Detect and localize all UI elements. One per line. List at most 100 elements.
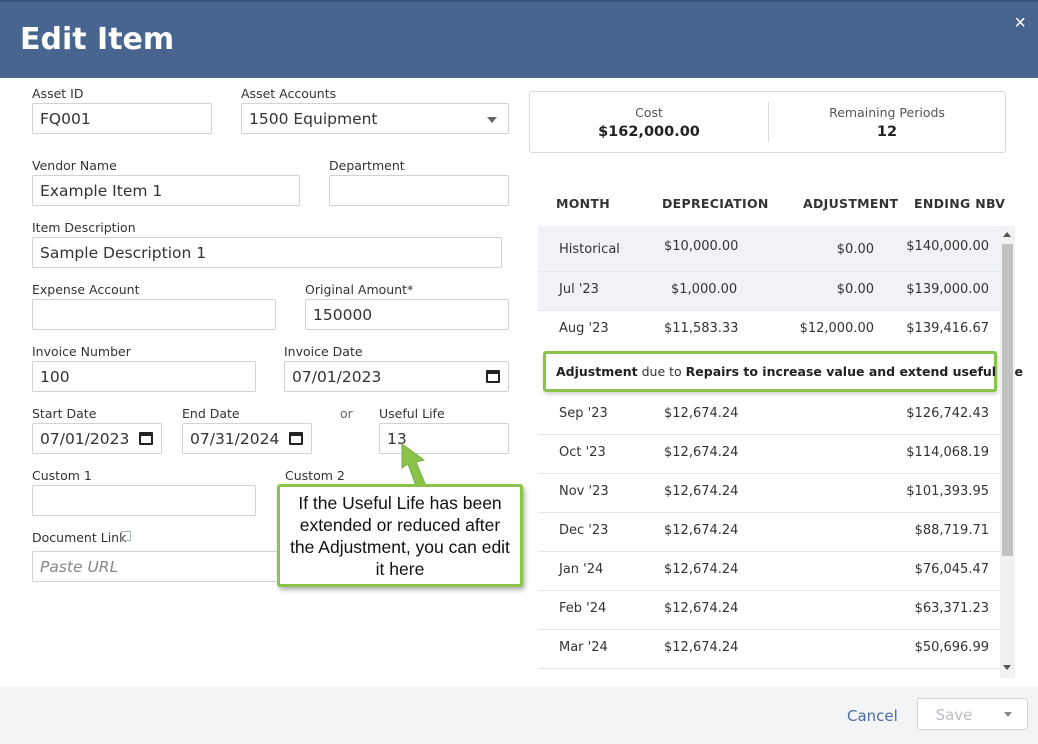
close-icon[interactable]: × bbox=[1014, 12, 1026, 35]
summary-panel: Cost $162,000.00 Remaining Periods 12 bbox=[529, 91, 1006, 153]
cell-month: Aug '23 bbox=[559, 321, 609, 336]
expense-account-input[interactable] bbox=[32, 299, 276, 330]
expense-account-label: Expense Account bbox=[32, 282, 140, 297]
cell-ending-nbv: $126,742.43 bbox=[906, 406, 989, 421]
asset-accounts-select[interactable]: 1500 Equipment bbox=[241, 103, 509, 134]
invoice-number-input[interactable]: 100 bbox=[32, 361, 256, 392]
department-input[interactable] bbox=[329, 175, 509, 206]
start-date-label: Start Date bbox=[32, 406, 97, 421]
item-description-input[interactable]: Sample Description 1 bbox=[32, 237, 502, 268]
cell-adjustment: $0.00 bbox=[836, 242, 874, 257]
cell-ending-nbv: $114,068.19 bbox=[906, 445, 989, 460]
chevron-down-icon bbox=[1004, 712, 1012, 717]
table-row: Nov '23 $12,674.24 $101,393.95 bbox=[538, 474, 1000, 513]
department-label: Department bbox=[329, 158, 405, 173]
cell-month: Nov '23 bbox=[559, 484, 609, 499]
table-row: Historical $10,000.00 $0.00 $140,000.00 bbox=[538, 226, 1000, 272]
adjustment-note-reason: Repairs to increase value and extend use… bbox=[685, 364, 1023, 379]
asset-id-input[interactable]: FQ001 bbox=[32, 103, 212, 134]
useful-life-label: Useful Life bbox=[379, 406, 445, 421]
cell-adjustment: $0.00 bbox=[836, 282, 874, 297]
cost-summary: Cost $162,000.00 bbox=[530, 92, 768, 152]
scroll-up-icon[interactable] bbox=[1003, 232, 1011, 237]
adjustment-note-keyword: Adjustment bbox=[556, 364, 638, 379]
col-header-ending-nbv: ENDING NBV bbox=[914, 196, 1006, 211]
item-description-label: Item Description bbox=[32, 220, 136, 235]
adjustment-note-connector: due to bbox=[637, 364, 686, 379]
table-row: Feb '24 $12,674.24 $63,371.23 bbox=[538, 591, 1000, 630]
cell-month: Feb '24 bbox=[559, 601, 607, 616]
vendor-name-input[interactable]: Example Item 1 bbox=[32, 175, 300, 206]
cell-depreciation: $12,674.24 bbox=[664, 601, 739, 616]
cancel-button[interactable]: Cancel bbox=[847, 707, 898, 725]
cell-depreciation: $12,674.24 bbox=[664, 523, 739, 538]
col-header-month: MONTH bbox=[556, 196, 611, 211]
asset-id-label: Asset ID bbox=[32, 86, 84, 101]
cell-ending-nbv: $101,393.95 bbox=[906, 484, 989, 499]
cell-month: Dec '23 bbox=[559, 523, 609, 538]
cell-depreciation: $12,674.24 bbox=[664, 640, 739, 655]
cell-depreciation: $12,674.24 bbox=[664, 445, 739, 460]
col-header-adjustment: ADJUSTMENT bbox=[803, 196, 899, 211]
cost-label: Cost bbox=[635, 105, 663, 120]
asset-accounts-label: Asset Accounts bbox=[241, 86, 337, 101]
vendor-name-label: Vendor Name bbox=[32, 158, 117, 173]
calendar-icon[interactable] bbox=[486, 370, 500, 383]
useful-life-callout: If the Useful Life has been extended or … bbox=[277, 484, 523, 587]
remaining-periods-label: Remaining Periods bbox=[829, 105, 945, 120]
scroll-down-icon[interactable] bbox=[1003, 665, 1011, 670]
save-button[interactable]: Save bbox=[917, 698, 991, 730]
cell-ending-nbv: $139,416.67 bbox=[906, 321, 989, 336]
document-link-label: Document Link bbox=[32, 530, 127, 545]
cell-depreciation: $12,674.24 bbox=[664, 484, 739, 499]
cell-depreciation: $10,000.00 bbox=[664, 239, 739, 254]
col-header-depreciation: DEPRECIATION bbox=[662, 196, 769, 211]
original-amount-label: Original Amount* bbox=[305, 282, 414, 297]
cell-ending-nbv: $63,371.23 bbox=[914, 601, 989, 616]
remaining-periods-value: 12 bbox=[876, 124, 898, 140]
cell-depreciation: $1,000.00 bbox=[671, 282, 738, 297]
table-row: Mar '24 $12,674.24 $50,696.99 bbox=[538, 630, 1000, 669]
custom1-input[interactable] bbox=[32, 485, 256, 516]
cell-depreciation: $11,583.33 bbox=[664, 321, 739, 336]
cell-month: Jan '24 bbox=[559, 562, 604, 577]
dialog-header: Edit Item × bbox=[0, 0, 1038, 78]
cell-month: Jul '23 bbox=[559, 282, 599, 297]
cell-ending-nbv: $139,000.00 bbox=[906, 282, 989, 297]
cell-ending-nbv: $76,045.47 bbox=[914, 562, 989, 577]
invoice-number-label: Invoice Number bbox=[32, 344, 131, 359]
cell-ending-nbv: $88,719.71 bbox=[914, 523, 989, 538]
external-link-icon[interactable] bbox=[121, 531, 131, 541]
document-link-input[interactable]: Paste URL bbox=[32, 551, 282, 582]
table-row: Dec '23 $12,674.24 $88,719.71 bbox=[538, 513, 1000, 552]
cost-value: $162,000.00 bbox=[598, 124, 700, 140]
callout-arrow-icon bbox=[401, 443, 427, 487]
cell-depreciation: $12,674.24 bbox=[664, 562, 739, 577]
table-row: Jul '23 $1,000.00 $0.00 $139,000.00 bbox=[538, 272, 1000, 311]
or-separator: or bbox=[340, 406, 353, 421]
adjustment-note: Adjustment due to Repairs to increase va… bbox=[543, 351, 1023, 392]
cell-ending-nbv: $50,696.99 bbox=[914, 640, 989, 655]
table-row: Aug '23 $11,583.33 $12,000.00 $139,416.6… bbox=[538, 311, 1000, 351]
cell-month: Historical bbox=[559, 242, 620, 257]
chevron-down-icon[interactable] bbox=[487, 117, 497, 123]
cell-adjustment: $12,000.00 bbox=[799, 321, 874, 336]
custom1-label: Custom 1 bbox=[32, 468, 92, 483]
table-scrollbar-thumb[interactable] bbox=[1002, 244, 1013, 556]
table-row: Oct '23 $12,674.24 $114,068.19 bbox=[538, 435, 1000, 474]
save-options-button[interactable] bbox=[990, 698, 1028, 730]
cell-ending-nbv: $140,000.00 bbox=[906, 239, 989, 254]
original-amount-input[interactable]: 150000 bbox=[305, 299, 509, 330]
remaining-summary: Remaining Periods 12 bbox=[768, 92, 1006, 152]
calendar-icon[interactable] bbox=[289, 432, 303, 445]
cell-month: Mar '24 bbox=[559, 640, 608, 655]
table-row: Sep '23 $12,674.24 $126,742.43 bbox=[538, 396, 1000, 435]
cell-month: Sep '23 bbox=[559, 406, 608, 421]
custom2-label: Custom 2 bbox=[285, 468, 345, 483]
dialog-title: Edit Item bbox=[20, 22, 175, 57]
end-date-label: End Date bbox=[182, 406, 240, 421]
table-row: Jan '24 $12,674.24 $76,045.47 bbox=[538, 552, 1000, 591]
calendar-icon[interactable] bbox=[139, 432, 153, 445]
cell-depreciation: $12,674.24 bbox=[664, 406, 739, 421]
invoice-date-input[interactable]: 07/01/2023 bbox=[284, 361, 509, 392]
